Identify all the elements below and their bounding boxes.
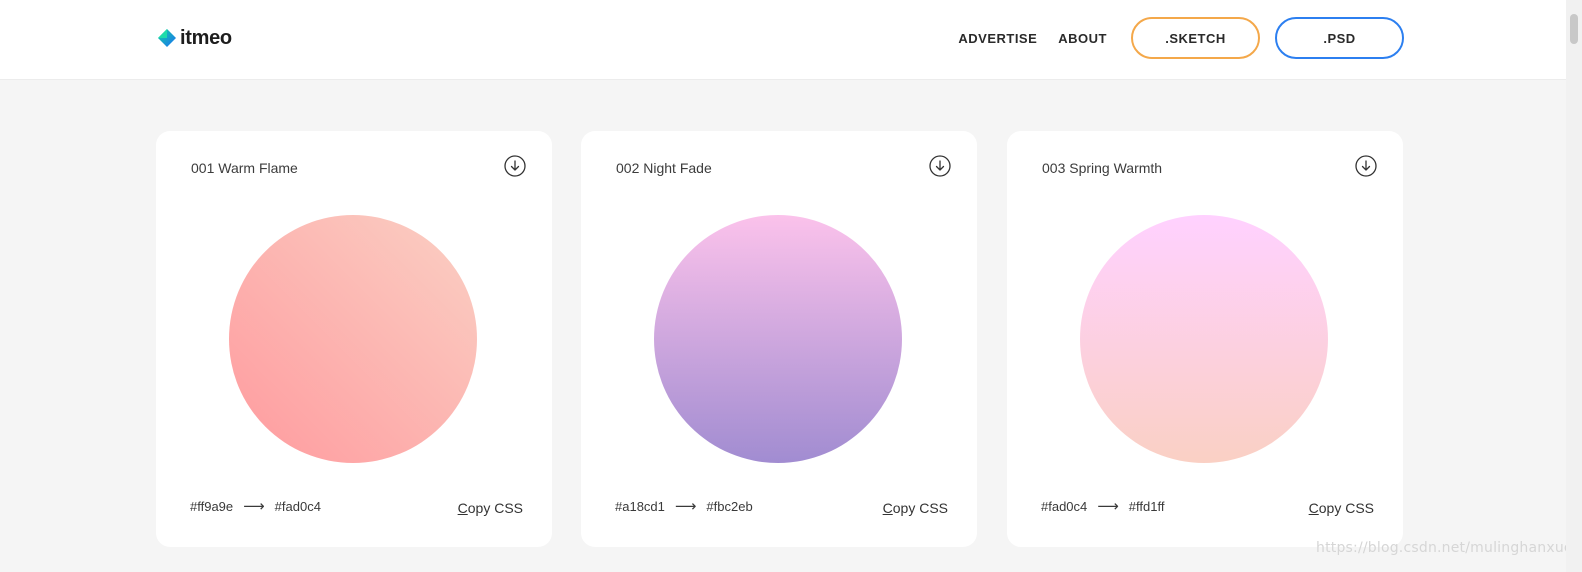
copy-css-label-rest: opy CSS [892, 500, 948, 516]
card-title: 001 Warm Flame [191, 160, 298, 176]
download-icon[interactable] [1355, 155, 1377, 177]
sketch-download-button[interactable]: .SKETCH [1131, 17, 1260, 59]
logo-text: itmeo [180, 26, 232, 49]
page: itmeo ADVERTISE ABOUT .SKETCH .PSD 001 W… [0, 0, 1582, 572]
psd-download-button[interactable]: .PSD [1275, 17, 1404, 59]
nav-advertise-link[interactable]: ADVERTISE [958, 31, 1037, 46]
copy-css-label-first: C [457, 500, 468, 516]
color-to-code: #ffd1ff [1128, 498, 1165, 514]
color-from-code: #a18cd1 [615, 498, 665, 514]
copy-css-label-first: C [882, 500, 893, 516]
download-icon[interactable] [929, 155, 951, 177]
gradient-codes: #fad0c4 ⟶ #ffd1ff [1041, 497, 1164, 515]
color-to-code: #fad0c4 [274, 498, 321, 514]
main-nav: ADVERTISE ABOUT .SKETCH .PSD [958, 17, 1404, 59]
gradient-codes: #ff9a9e ⟶ #fad0c4 [190, 497, 321, 515]
copy-css-button[interactable]: Copy CSS [1309, 500, 1374, 516]
site-header: itmeo ADVERTISE ABOUT .SKETCH .PSD [0, 0, 1566, 80]
card-title: 002 Night Fade [616, 160, 712, 176]
color-from-code: #ff9a9e [190, 498, 234, 514]
watermark-text: https://blog.csdn.net/mulinghanxue [1316, 540, 1573, 556]
copy-css-label-rest: opy CSS [467, 500, 523, 516]
right-arrow-icon: ⟶ [1097, 498, 1119, 515]
color-to-code: #fbc2eb [706, 498, 753, 514]
logo-diamond-icon [158, 29, 176, 47]
right-arrow-icon: ⟶ [243, 498, 265, 515]
gradient-preview-circle [1080, 215, 1328, 463]
vertical-scrollbar[interactable] [1566, 0, 1582, 572]
copy-css-label-first: C [1308, 500, 1319, 516]
gradient-card-warm-flame: 001 Warm Flame #ff9a9e ⟶ #fad0c4 Copy CS… [156, 131, 552, 547]
card-title: 003 Spring Warmth [1042, 160, 1163, 176]
gradient-card-night-fade: 002 Night Fade #a18cd1 ⟶ #fbc2eb Copy CS… [581, 131, 977, 547]
gradient-preview-circle [229, 215, 477, 463]
gradient-codes: #a18cd1 ⟶ #fbc2eb [615, 497, 753, 515]
gradient-card-spring-warmth: 003 Spring Warmth #fad0c4 ⟶ #ffd1ff Copy… [1007, 131, 1403, 547]
copy-css-button[interactable]: Copy CSS [458, 500, 523, 516]
color-from-code: #fad0c4 [1041, 498, 1088, 514]
copy-css-label-rest: opy CSS [1318, 500, 1374, 516]
right-arrow-icon: ⟶ [674, 498, 697, 515]
gradient-preview-circle [654, 215, 902, 463]
copy-css-button[interactable]: Copy CSS [883, 500, 948, 516]
logo[interactable]: itmeo [157, 25, 232, 51]
nav-about-link[interactable]: ABOUT [1058, 31, 1107, 46]
scrollbar-thumb[interactable] [1570, 14, 1578, 44]
download-icon[interactable] [504, 155, 526, 177]
